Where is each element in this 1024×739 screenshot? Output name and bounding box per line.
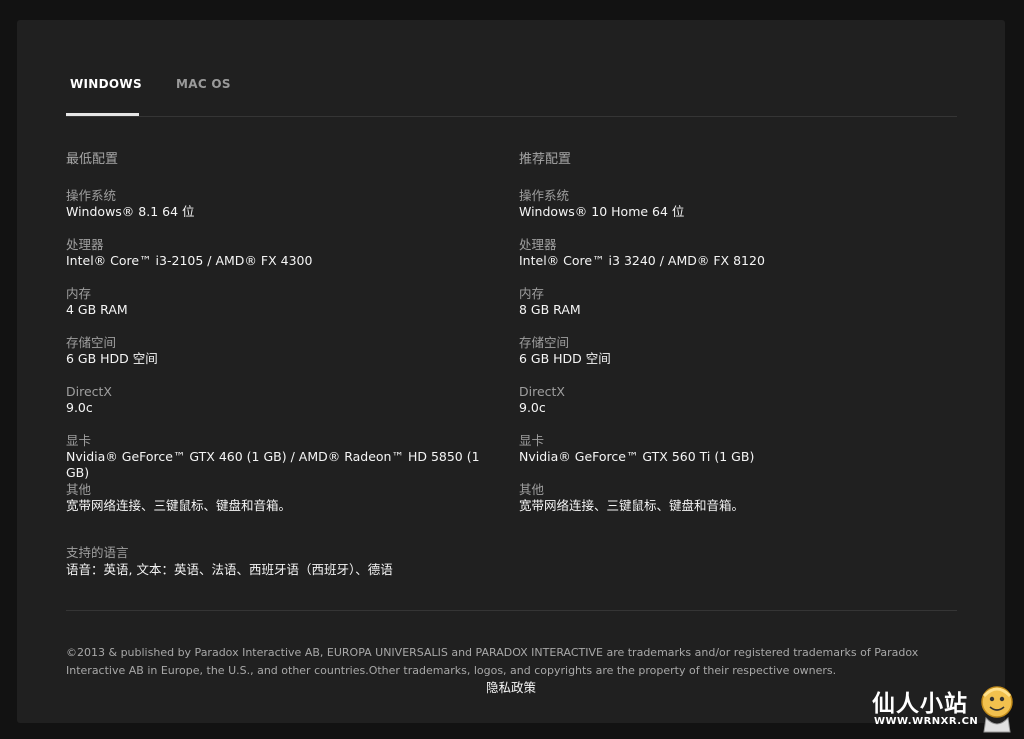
tab-windows[interactable]: WINDOWS <box>70 77 142 91</box>
spec-value: Nvidia® GeForce™ GTX 460 (1 GB) / AMD® R… <box>66 449 480 480</box>
spec-value: Intel® Core™ i3-2105 / AMD® FX 4300 <box>66 253 313 268</box>
copyright-notice: ©2013 & published by Paradox Interactive… <box>66 646 919 677</box>
spec-label: DirectX <box>66 384 112 399</box>
spec-value: Windows® 8.1 64 位 <box>66 204 195 219</box>
spec-value: 9.0c <box>66 400 93 415</box>
spec-graphics: 显卡 Nvidia® GeForce™ GTX 560 Ti (1 GB) <box>519 433 939 482</box>
mascot-icon <box>981 686 1013 733</box>
tab-mac-os[interactable]: MAC OS <box>176 77 231 91</box>
spec-label: 处理器 <box>66 237 104 252</box>
watermark-title: 仙人小站 <box>872 691 968 717</box>
system-requirements-panel: WINDOWS MAC OS 最低配置 操作系统 Windows® 8.1 64… <box>17 20 1005 723</box>
spec-label: 操作系统 <box>519 188 570 203</box>
minimum-title: 最低配置 <box>66 152 119 167</box>
spec-label: 存储空间 <box>66 335 117 350</box>
spec-label: 内存 <box>519 286 545 301</box>
spec-directx: DirectX 9.0c <box>519 384 939 433</box>
spec-value: Nvidia® GeForce™ GTX 560 Ti (1 GB) <box>519 449 755 464</box>
spec-memory: 内存 8 GB RAM <box>519 286 939 335</box>
spec-storage: 存储空间 6 GB HDD 空间 <box>519 335 939 384</box>
minimum-requirements: 最低配置 操作系统 Windows® 8.1 64 位 处理器 Intel® C… <box>66 148 486 531</box>
spec-processor: 处理器 Intel® Core™ i3-2105 / AMD® FX 4300 <box>66 237 486 286</box>
spec-label: 处理器 <box>519 237 557 252</box>
spec-value: 9.0c <box>519 400 546 415</box>
active-tab-indicator <box>66 113 139 116</box>
spec-label: 其他 <box>519 482 545 497</box>
languages-value: 语音：英语, 文本：英语、法语、西班牙语（西班牙）、德语 <box>66 562 393 577</box>
spec-label: 操作系统 <box>66 188 117 203</box>
watermark-url: WWW.WRNXR.CN <box>874 716 979 727</box>
spec-memory: 内存 4 GB RAM <box>66 286 486 335</box>
recommended-title: 推荐配置 <box>519 152 572 167</box>
spec-other: 其他 宽带网络连接、三键鼠标、键盘和音箱。 <box>519 482 939 531</box>
languages-label: 支持的语言 <box>66 545 129 560</box>
spec-storage: 存储空间 6 GB HDD 空间 <box>66 335 486 384</box>
spec-other: 其他 宽带网络连接、三键鼠标、键盘和音箱。 <box>66 482 486 531</box>
spec-os: 操作系统 Windows® 10 Home 64 位 <box>519 188 939 237</box>
spec-value: Intel® Core™ i3 3240 / AMD® FX 8120 <box>519 253 765 268</box>
supported-languages: 支持的语言 语音：英语, 文本：英语、法语、西班牙语（西班牙）、德语 <box>66 545 393 578</box>
spec-os: 操作系统 Windows® 8.1 64 位 <box>66 188 486 237</box>
spec-value: 宽带网络连接、三键鼠标、键盘和音箱。 <box>66 498 292 513</box>
spec-value: 6 GB HDD 空间 <box>66 351 158 366</box>
spec-value: 8 GB RAM <box>519 302 581 317</box>
spec-label: 内存 <box>66 286 92 301</box>
spec-directx: DirectX 9.0c <box>66 384 486 433</box>
site-watermark: 仙人小站 WWW.WRNXR.CN <box>872 682 1022 737</box>
spec-label: 显卡 <box>66 433 92 448</box>
spec-label: 存储空间 <box>519 335 570 350</box>
spec-value: 4 GB RAM <box>66 302 128 317</box>
recommended-requirements: 推荐配置 操作系统 Windows® 10 Home 64 位 处理器 Inte… <box>519 148 939 531</box>
spec-processor: 处理器 Intel® Core™ i3 3240 / AMD® FX 8120 <box>519 237 939 286</box>
spec-graphics: 显卡 Nvidia® GeForce™ GTX 460 (1 GB) / AMD… <box>66 433 486 482</box>
spec-label: DirectX <box>519 384 565 399</box>
spec-value: 6 GB HDD 空间 <box>519 351 611 366</box>
platform-tabs: WINDOWS MAC OS <box>66 20 957 117</box>
spec-label: 其他 <box>66 482 92 497</box>
spec-value: 宽带网络连接、三键鼠标、键盘和音箱。 <box>519 498 745 513</box>
privacy-policy-link[interactable]: 隐私政策 <box>486 677 536 696</box>
spec-label: 显卡 <box>519 433 545 448</box>
footer-divider <box>66 610 957 611</box>
spec-value: Windows® 10 Home 64 位 <box>519 204 685 219</box>
